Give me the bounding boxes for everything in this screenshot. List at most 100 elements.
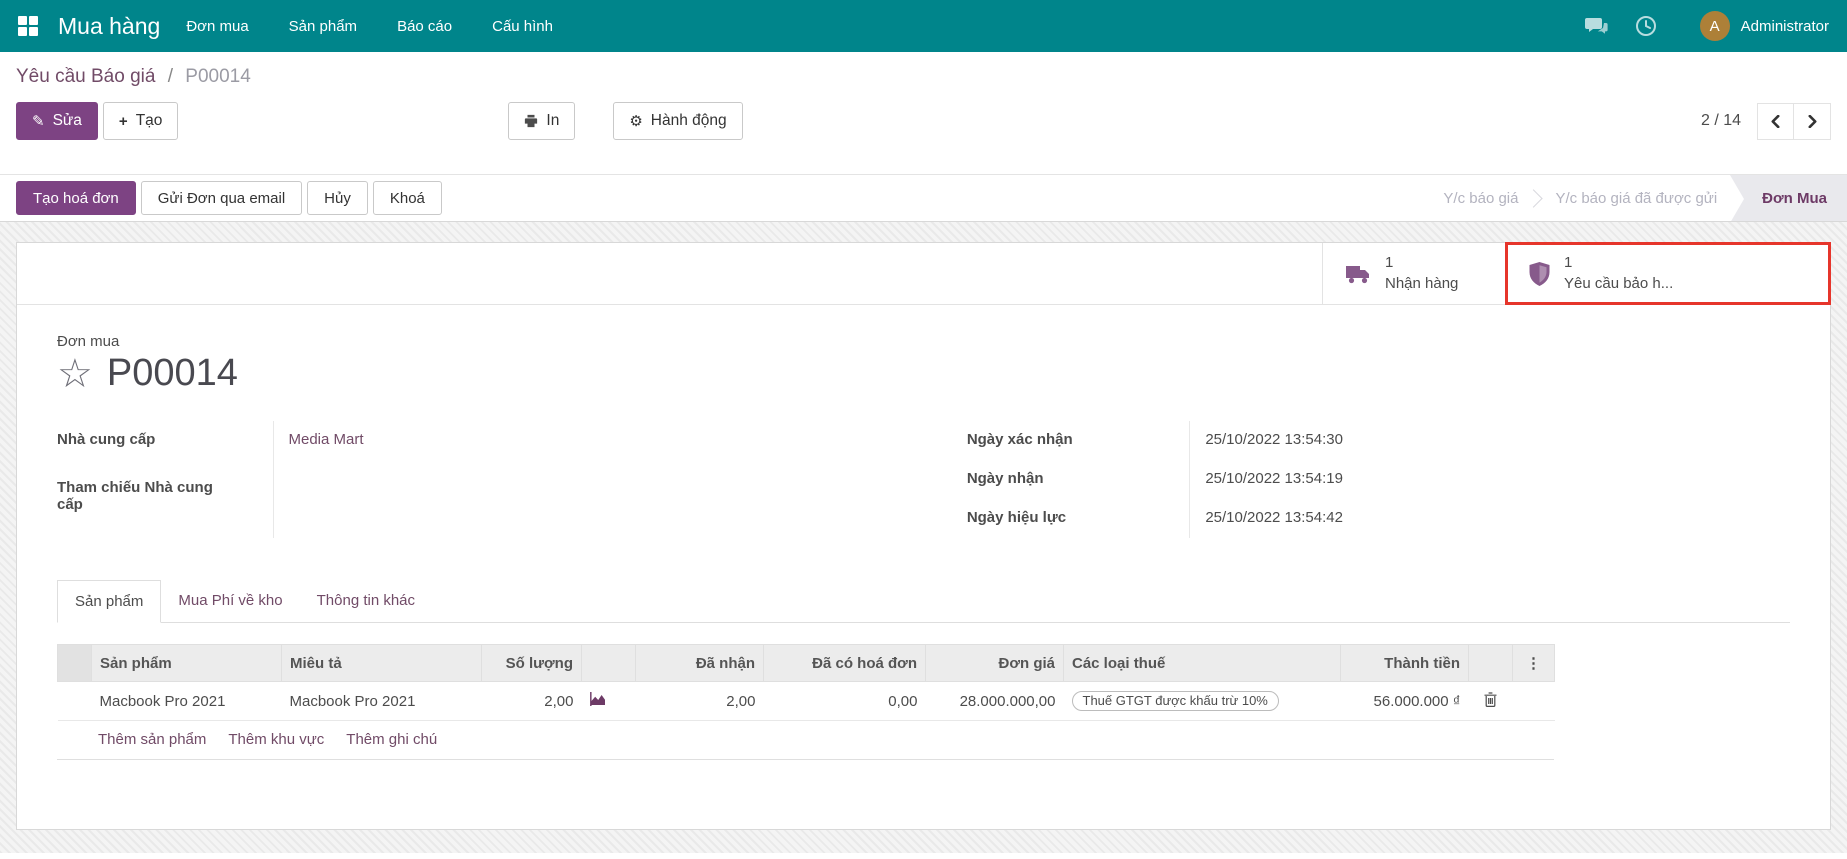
cancel-button[interactable]: Hủy — [307, 181, 368, 215]
col-unit-price: Đơn giá — [926, 645, 1064, 682]
lock-button[interactable]: Khoá — [373, 181, 442, 215]
right-field-group: Ngày xác nhận 25/10/2022 13:54:30 Ngày n… — [967, 421, 1782, 538]
add-product-link[interactable]: Thêm sản phẩm — [98, 731, 206, 748]
main-menu: Đơn mua Sản phẩm Báo cáo Cấu hình — [186, 18, 553, 35]
favorite-star-icon[interactable]: ☆ — [57, 354, 93, 394]
col-received: Đã nhận — [636, 645, 764, 682]
tab-thong-tin-khac[interactable]: Thông tin khác — [300, 580, 432, 622]
warranty-count: 1 — [1564, 253, 1673, 273]
receipts-label: Nhận hàng — [1385, 274, 1458, 294]
cell-quantity: 2,00 — [482, 682, 582, 721]
warranty-label: Yêu cầu bảo h... — [1564, 274, 1673, 294]
tab-mua-phi-ve-kho[interactable]: Mua Phí về kho — [161, 580, 299, 622]
tab-bar: Sản phẩm Mua Phí về kho Thông tin khác — [57, 580, 1790, 623]
step-rfq[interactable]: Y/c báo giá — [1430, 190, 1531, 207]
handle-column-header — [58, 645, 92, 682]
truck-icon — [1345, 264, 1371, 284]
send-by-email-button[interactable]: Gửi Đơn qua email — [141, 181, 302, 215]
pager-previous-button[interactable] — [1757, 103, 1794, 140]
optional-columns-toggle-icon[interactable]: ⋮ — [1513, 645, 1555, 682]
printer-icon — [524, 114, 538, 128]
pager-counter[interactable]: 2 / 14 — [1701, 112, 1741, 130]
breadcrumb-separator: / — [168, 66, 173, 87]
add-note-link[interactable]: Thêm ghi chú — [346, 731, 437, 748]
top-navbar: Mua hàng Đơn mua Sản phẩm Báo cáo Cấu hì… — [0, 0, 1847, 52]
cell-forecast — [582, 682, 636, 721]
col-billed: Đã có hoá đơn — [764, 645, 926, 682]
vendor-ref-value — [273, 469, 872, 538]
vendor-value-link[interactable]: Media Mart — [273, 421, 872, 469]
left-field-group: Nhà cung cấp Media Mart Tham chiếu Nhà c… — [57, 421, 872, 538]
receipts-smart-button[interactable]: 1 Nhận hàng — [1322, 243, 1506, 304]
add-section-link[interactable]: Thêm khu vực — [228, 731, 324, 748]
print-button[interactable]: In — [508, 102, 575, 140]
smart-button-box: 1 Nhận hàng 1 Yêu cầu bảo h... — [17, 243, 1830, 305]
cell-received: 2,00 — [636, 682, 764, 721]
cell-delete — [1469, 682, 1513, 721]
col-delete — [1469, 645, 1513, 682]
effective-date-value: 25/10/2022 13:54:42 — [1190, 499, 1782, 538]
col-quantity: Số lượng — [482, 645, 582, 682]
menu-san-pham[interactable]: Sản phẩm — [289, 18, 357, 35]
cell-billed: 0,00 — [764, 682, 926, 721]
notebook: Sản phẩm Mua Phí về kho Thông tin khác S… — [57, 580, 1790, 760]
breadcrumb-current: P00014 — [185, 66, 251, 87]
form-statusbar: Tạo hoá đơn Gửi Đơn qua email Hủy Khoá Y… — [0, 174, 1847, 222]
edit-button[interactable]: ✎ Sửa — [16, 102, 98, 140]
doc-type-label: Đơn mua — [57, 333, 1790, 350]
menu-cau-hinh[interactable]: Cấu hình — [492, 18, 553, 35]
cell-product[interactable]: Macbook Pro 2021 — [92, 682, 282, 721]
navbar-right: A Administrator — [1558, 11, 1829, 41]
shield-icon — [1529, 262, 1550, 286]
tax-badge: Thuế GTGT được khấu trừ 10% — [1072, 691, 1279, 711]
sheet-body: Đơn mua ☆ P00014 Nhà cung cấp Media Mart… — [17, 333, 1830, 760]
confirm-date-label: Ngày xác nhận — [967, 421, 1190, 460]
vendor-label: Nhà cung cấp — [57, 421, 273, 469]
step-rfq-sent[interactable]: Y/c báo giá đã được gửi — [1542, 190, 1730, 207]
receipt-date-label: Ngày nhận — [967, 460, 1190, 499]
menu-bao-cao[interactable]: Báo cáo — [397, 18, 452, 35]
app-name-menu[interactable]: Mua hàng — [58, 13, 160, 40]
cell-taxes: Thuế GTGT được khấu trừ 10% — [1064, 682, 1341, 721]
status-pipeline: Y/c báo giá Y/c báo giá đã được gửi Đơn … — [1430, 175, 1847, 221]
chevron-left-icon — [1769, 115, 1782, 128]
pager-next-button[interactable] — [1794, 103, 1831, 140]
document-name: P00014 — [107, 352, 238, 395]
apps-menu-icon[interactable] — [18, 16, 38, 36]
col-product: Sản phẩm — [92, 645, 282, 682]
trash-icon[interactable] — [1484, 692, 1497, 707]
user-name[interactable]: Administrator — [1741, 18, 1829, 35]
control-panel: ✎ Sửa + Tạo In ⚙ Hành động 2 / 14 — [0, 98, 1847, 154]
chevron-right-icon — [1806, 115, 1819, 128]
create-invoice-button[interactable]: Tạo hoá đơn — [16, 181, 136, 215]
mid-actions: In ⚙ Hành động — [508, 102, 742, 140]
col-taxes: Các loại thuế — [1064, 645, 1341, 682]
confirm-date-value: 25/10/2022 13:54:30 — [1190, 421, 1782, 460]
col-subtotal: Thành tiền — [1341, 645, 1469, 682]
col-forecast — [582, 645, 636, 682]
action-button[interactable]: ⚙ Hành động — [613, 102, 742, 140]
order-lines-table: Sản phẩm Miêu tả Số lượng Đã nhận Đã có … — [57, 644, 1555, 721]
tab-san-pham[interactable]: Sản phẩm — [57, 580, 161, 623]
forecast-chart-icon[interactable] — [590, 692, 606, 706]
messages-icon[interactable] — [1584, 14, 1608, 38]
vendor-ref-label: Tham chiếu Nhà cung cấp — [57, 469, 273, 538]
plus-icon: + — [119, 114, 128, 129]
field-groups: Nhà cung cấp Media Mart Tham chiếu Nhà c… — [57, 421, 1790, 538]
cell-toggle-spacer — [1513, 682, 1555, 721]
warranty-smart-button[interactable]: 1 Yêu cầu bảo h... — [1506, 243, 1830, 304]
row-handle — [58, 682, 92, 721]
avatar[interactable]: A — [1700, 11, 1730, 41]
cell-subtotal: 56.000.000 ₫ — [1341, 682, 1469, 721]
cell-description: Macbook Pro 2021 — [282, 682, 482, 721]
receipts-count: 1 — [1385, 253, 1458, 273]
step-purchase-order-active[interactable]: Đơn Mua — [1730, 175, 1847, 221]
menu-don-mua[interactable]: Đơn mua — [186, 18, 248, 35]
gear-icon: ⚙ — [629, 114, 642, 129]
create-button[interactable]: + Tạo — [103, 102, 178, 140]
pager: 2 / 14 — [1701, 103, 1831, 140]
order-line-row[interactable]: Macbook Pro 2021 Macbook Pro 2021 2,00 2… — [58, 682, 1555, 721]
activities-clock-icon[interactable] — [1634, 14, 1658, 38]
breadcrumb-parent-link[interactable]: Yêu cầu Báo giá — [16, 66, 155, 87]
form-background: 1 Nhận hàng 1 Yêu cầu bảo h... Đơn mua — [0, 222, 1847, 853]
